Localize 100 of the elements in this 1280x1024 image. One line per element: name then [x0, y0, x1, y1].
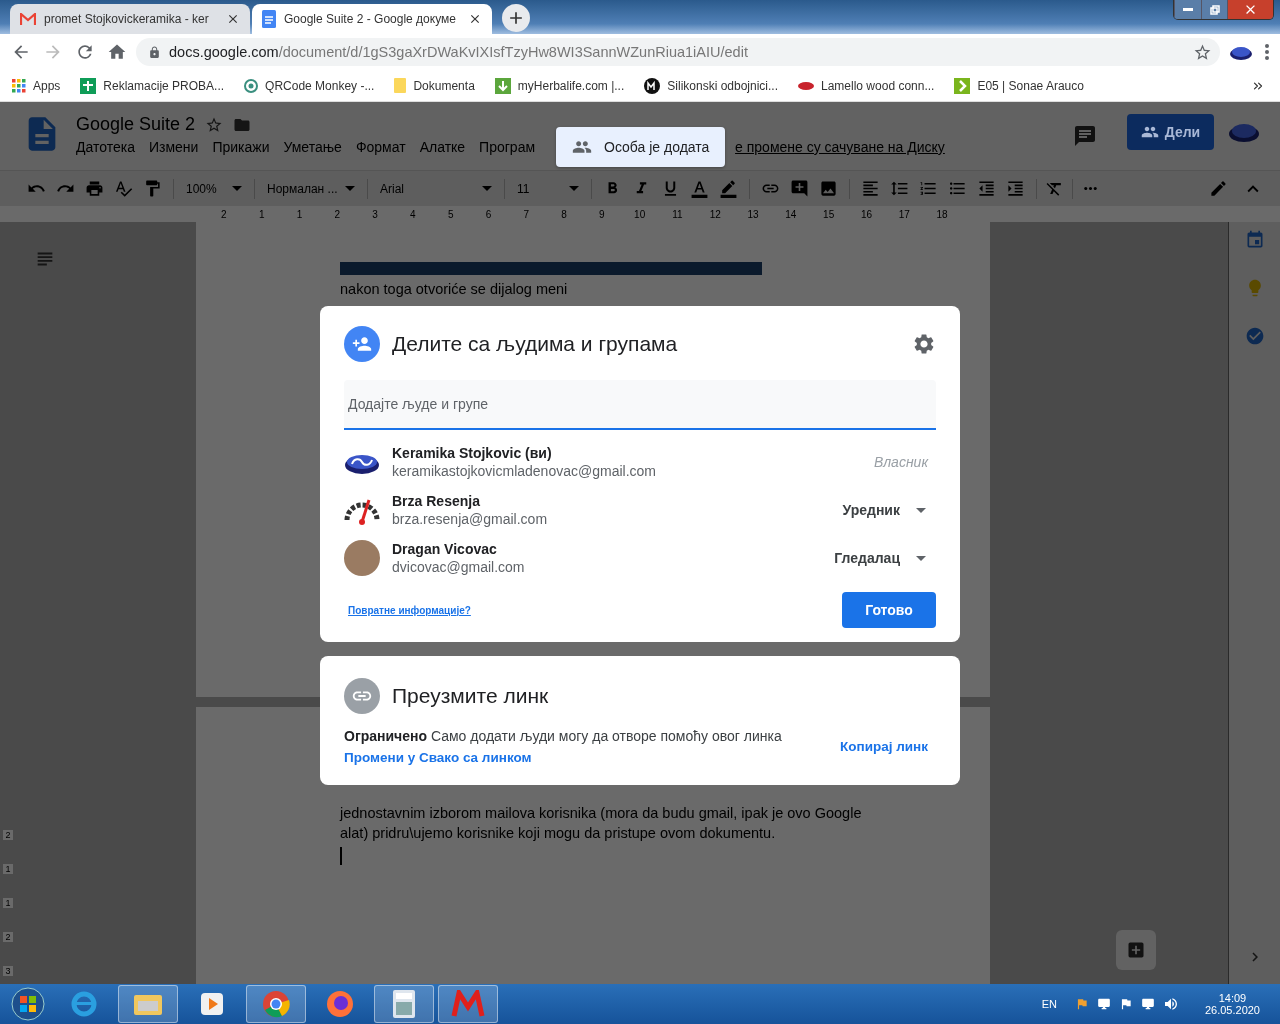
settings-icon[interactable]: [912, 332, 936, 356]
language-indicator[interactable]: EN: [1041, 998, 1057, 1010]
highlight-icon[interactable]: [719, 179, 738, 198]
bookmark-link[interactable]: Silikonski odbojnici...: [644, 77, 778, 94]
ruler-number: 9: [598, 208, 606, 220]
style-dropdown[interactable]: Нормалан ...: [263, 181, 359, 196]
spellcheck-icon[interactable]: [114, 179, 133, 198]
align-left-icon[interactable]: [861, 179, 880, 198]
notification-toast: Особа је додата: [556, 127, 726, 167]
bookmark-link[interactable]: QRCode Monkey -...: [244, 78, 375, 93]
role-dropdown[interactable]: Гледалац: [834, 550, 936, 566]
ruler-number: 1: [295, 208, 304, 220]
text-color-icon[interactable]: [690, 179, 709, 198]
done-button[interactable]: Готово: [842, 592, 936, 628]
menu-button[interactable]: [1262, 41, 1272, 63]
volume-icon[interactable]: [1162, 996, 1179, 1012]
ruler-number: 12: [708, 208, 722, 220]
document-title[interactable]: Google Suite 2: [76, 114, 196, 135]
indent-decrease-icon[interactable]: [977, 179, 996, 198]
close-icon[interactable]: [226, 12, 240, 26]
bookmark-link[interactable]: E05 | Sonae Arauco: [954, 77, 1084, 94]
clock[interactable]: 14:09 26.05.2020: [1204, 992, 1260, 1016]
bookmark-link[interactable]: Apps: [12, 78, 61, 93]
print-icon[interactable]: [85, 179, 104, 198]
new-tab-button[interactable]: [502, 4, 530, 32]
add-comment-button[interactable]: [1116, 930, 1156, 970]
chrome-taskbar-icon[interactable]: [246, 985, 306, 1023]
paragraph: jednostavnim izborom mailova korisnika (mora da budu gmail, ipak je ovo Google alat) pridru\ujemo korisnike koji mogu da pristupe ovom dokumentu.: [340, 803, 863, 843]
ruler-number: 2: [3, 932, 13, 942]
font-dropdown[interactable]: Arial: [376, 181, 496, 196]
person-name: Keramika Stojkovic (ви): [392, 445, 553, 461]
numbered-list-icon[interactable]: [919, 179, 938, 198]
m-logo-icon: [451, 990, 485, 1018]
menu-item[interactable]: Измени: [148, 139, 199, 155]
comments-icon[interactable]: [1073, 124, 1097, 148]
copy-link-button[interactable]: Копирај линк: [840, 739, 928, 754]
browser-tab[interactable]: promet Stojkovickeramika - ker: [10, 4, 250, 34]
mail-icon: [20, 13, 36, 25]
caret-icon: [232, 186, 242, 191]
calculator-taskbar-icon[interactable]: [374, 985, 434, 1023]
menu-item[interactable]: Формат: [355, 139, 406, 155]
chrome-logo-icon: [262, 990, 290, 1018]
bookmark-star-icon[interactable]: [1193, 42, 1212, 62]
caret-icon: [569, 186, 579, 191]
home-icon: [107, 42, 127, 62]
menu-item[interactable]: Уметање: [283, 139, 342, 155]
paint-format-icon[interactable]: [143, 179, 162, 198]
restore-button[interactable]: [1201, 0, 1227, 19]
ruler-number: 11: [671, 208, 684, 220]
person-name: Brza Resenja: [392, 493, 481, 509]
browser-tab[interactable]: Google Suite 2 - Google докуме: [252, 4, 492, 34]
ruler-number: 3: [371, 208, 379, 220]
change-access-link[interactable]: Промени у Свако са линком: [344, 750, 782, 765]
bookmark-link[interactable]: myHerbalife.com |...: [494, 77, 625, 94]
person-email: dvicovac@gmail.com: [392, 559, 526, 575]
image-icon[interactable]: [819, 179, 838, 198]
folder-icon: [394, 78, 407, 93]
app-taskbar-icon[interactable]: [438, 985, 498, 1023]
add-people-field[interactable]: Додајте људе и групе: [344, 380, 936, 430]
menu-icon: [1265, 44, 1269, 60]
minimize-button[interactable]: [1174, 0, 1201, 19]
close-icon[interactable]: [468, 12, 482, 26]
avatar-placeholder: [344, 540, 380, 576]
bookmark-link[interactable]: Lamello wood conn...: [798, 78, 935, 93]
apps-grid-icon: [12, 78, 26, 93]
share-button[interactable]: Дели: [1127, 114, 1214, 150]
bookmark-link[interactable]: Dokumenta: [394, 78, 475, 93]
ruler-number: 16: [859, 208, 873, 220]
folder-taskbar-icon[interactable]: [118, 985, 178, 1023]
role-label: Власник: [873, 454, 928, 470]
save-status-link[interactable]: е промене су сачуване на Диску: [735, 139, 945, 155]
menu-item[interactable]: Програм: [479, 139, 536, 155]
indent-increase-icon[interactable]: [1006, 179, 1025, 198]
pencil-icon[interactable]: [1209, 179, 1228, 198]
network-icon[interactable]: [1140, 997, 1155, 1011]
menu-item[interactable]: Датотека: [76, 139, 135, 155]
font-size-dropdown[interactable]: 11: [513, 181, 583, 196]
restore-icon: [1209, 4, 1220, 15]
ruler-number: 5: [446, 208, 455, 220]
menu-item[interactable]: Алатке: [419, 139, 466, 155]
line-spacing-icon[interactable]: [890, 179, 909, 198]
ruler-number: 8: [560, 208, 568, 220]
feedback-link[interactable]: Повратне информације?: [348, 604, 471, 616]
logo-icon: [644, 77, 661, 94]
menu-item[interactable]: Прикажи: [212, 139, 270, 155]
zoom-dropdown[interactable]: 100%: [182, 181, 246, 196]
address-bar[interactable]: docs.google.com/document/d/1gS3gaXrDWaKvIXIsfTzyHw8WI3SannWZunRiua1iAIU/edit: [136, 38, 1220, 66]
add-comment-icon[interactable]: [790, 179, 809, 198]
caret-icon: [482, 186, 492, 191]
close-window-button[interactable]: [1227, 0, 1273, 19]
download-icon: [494, 77, 511, 94]
person-email: brza.resenja@gmail.com: [392, 511, 549, 527]
display-icon[interactable]: [1096, 997, 1111, 1011]
ruler-number: 18: [935, 208, 949, 220]
link-restriction-text: Ограничено Само додати људи могу да отворе помоћу овог линка: [344, 728, 782, 744]
role-dropdown[interactable]: Уредник: [842, 502, 936, 518]
caret-icon: [916, 555, 926, 561]
ruler-number: 1: [3, 898, 13, 908]
bookmark-link[interactable]: Reklamacije PROBA...: [80, 77, 225, 94]
ruler-number: 1: [257, 208, 266, 220]
